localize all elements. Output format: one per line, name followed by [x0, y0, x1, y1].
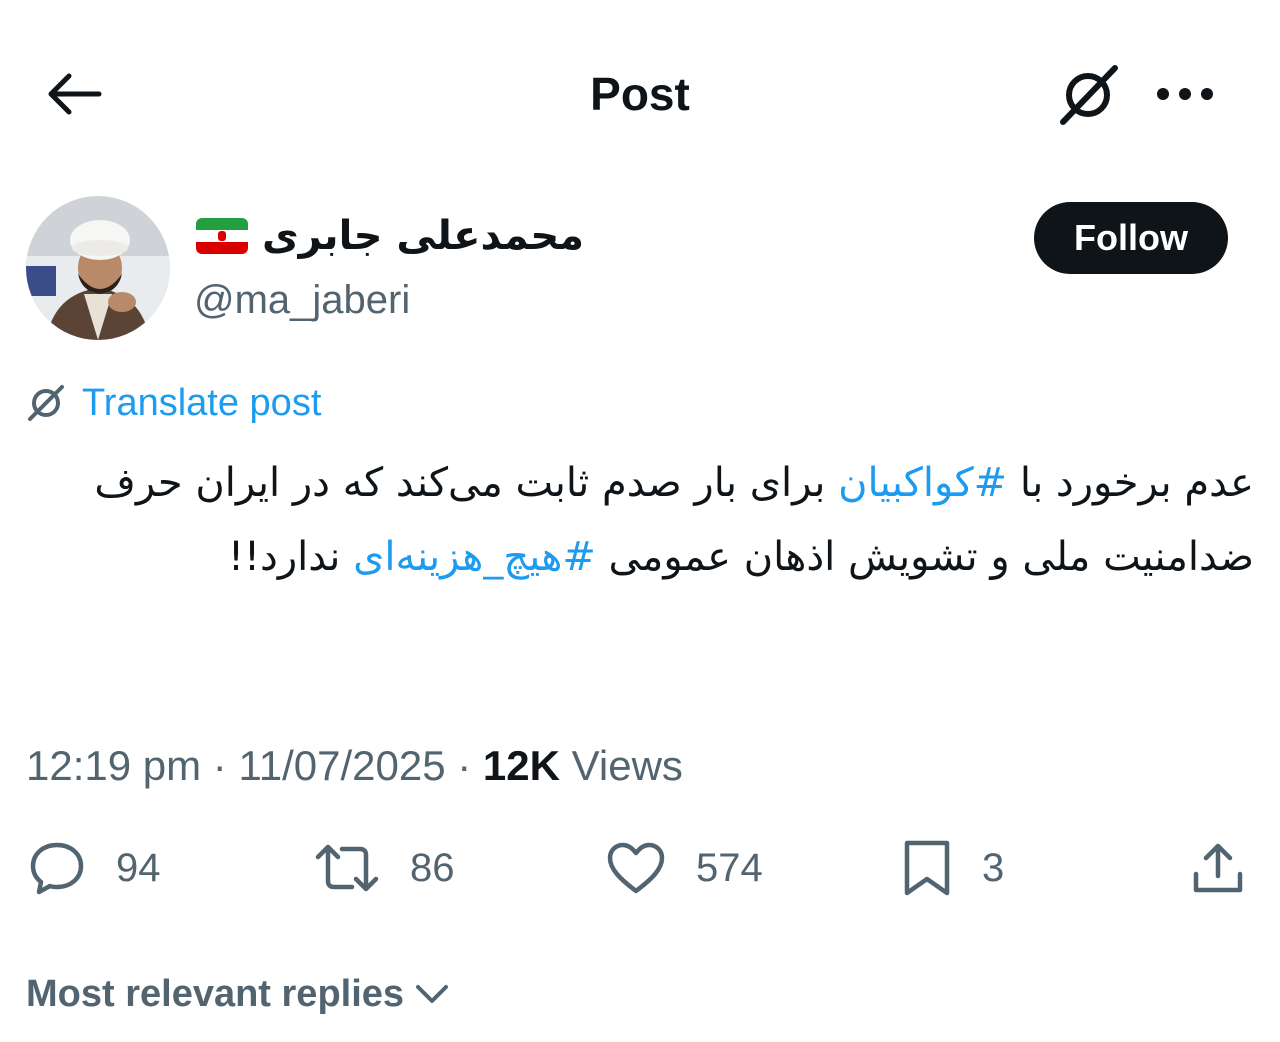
avatar-image	[26, 196, 170, 340]
post-date[interactable]: 11/07/2025	[238, 742, 445, 789]
tweet-text-part: ندارد!!	[227, 534, 354, 580]
iran-flag-icon	[196, 218, 248, 254]
author-name[interactable]: محمدعلی جابری	[262, 208, 584, 264]
more-options-button[interactable]	[1150, 66, 1220, 122]
reply-count: 94	[116, 846, 161, 890]
views-count: 12K	[482, 742, 560, 789]
translate-post-button[interactable]: Translate post	[26, 378, 321, 428]
repost-button[interactable]: 86	[314, 836, 455, 900]
like-count: 574	[696, 846, 763, 890]
follow-button[interactable]: Follow	[1034, 202, 1228, 274]
replies-sort-label: Most relevant replies	[26, 973, 405, 1015]
post-time[interactable]: 12:19 pm	[26, 742, 201, 789]
tweet-text-part: عدم برخورد با	[1007, 460, 1254, 506]
avatar[interactable]	[26, 196, 170, 340]
hashtag-link[interactable]: #هیچ_هزینه‌ای	[353, 534, 596, 580]
meta-separator: ·	[457, 742, 472, 789]
translate-label: Translate post	[82, 382, 322, 424]
share-icon	[1193, 843, 1243, 893]
views-label: Views	[571, 742, 683, 789]
reply-button[interactable]: 94	[28, 836, 161, 900]
meta-separator: ·	[212, 742, 227, 789]
more-icon	[1157, 88, 1213, 100]
back-button[interactable]	[40, 66, 106, 122]
grok-button[interactable]	[1050, 60, 1126, 130]
back-arrow-icon	[48, 73, 102, 115]
author-name-row: محمدعلی جابری	[196, 208, 584, 264]
post-meta: 12:19 pm · 11/07/2025 · 12K Views	[26, 736, 683, 796]
reply-icon	[30, 842, 84, 895]
page-title: Post	[590, 68, 690, 120]
replies-sort-dropdown[interactable]: Most relevant replies	[26, 966, 452, 1022]
like-icon	[607, 842, 665, 894]
tweet-text: عدم برخورد با #کواکبیان برای بار صدم ثاب…	[80, 446, 1254, 594]
share-button[interactable]	[1186, 836, 1250, 900]
translate-icon	[28, 385, 64, 421]
hashtag-link[interactable]: #کواکبیان	[838, 460, 1007, 506]
repost-icon	[315, 844, 379, 892]
grok-icon	[1060, 65, 1118, 125]
like-button[interactable]: 574	[606, 836, 763, 900]
repost-count: 86	[410, 846, 455, 890]
bookmark-count: 3	[982, 846, 1005, 890]
author-handle[interactable]: @ma_jaberi	[194, 272, 410, 328]
chevron-down-icon	[416, 985, 449, 1003]
bookmark-icon	[904, 840, 950, 896]
bookmark-button[interactable]: 3	[902, 836, 1004, 900]
